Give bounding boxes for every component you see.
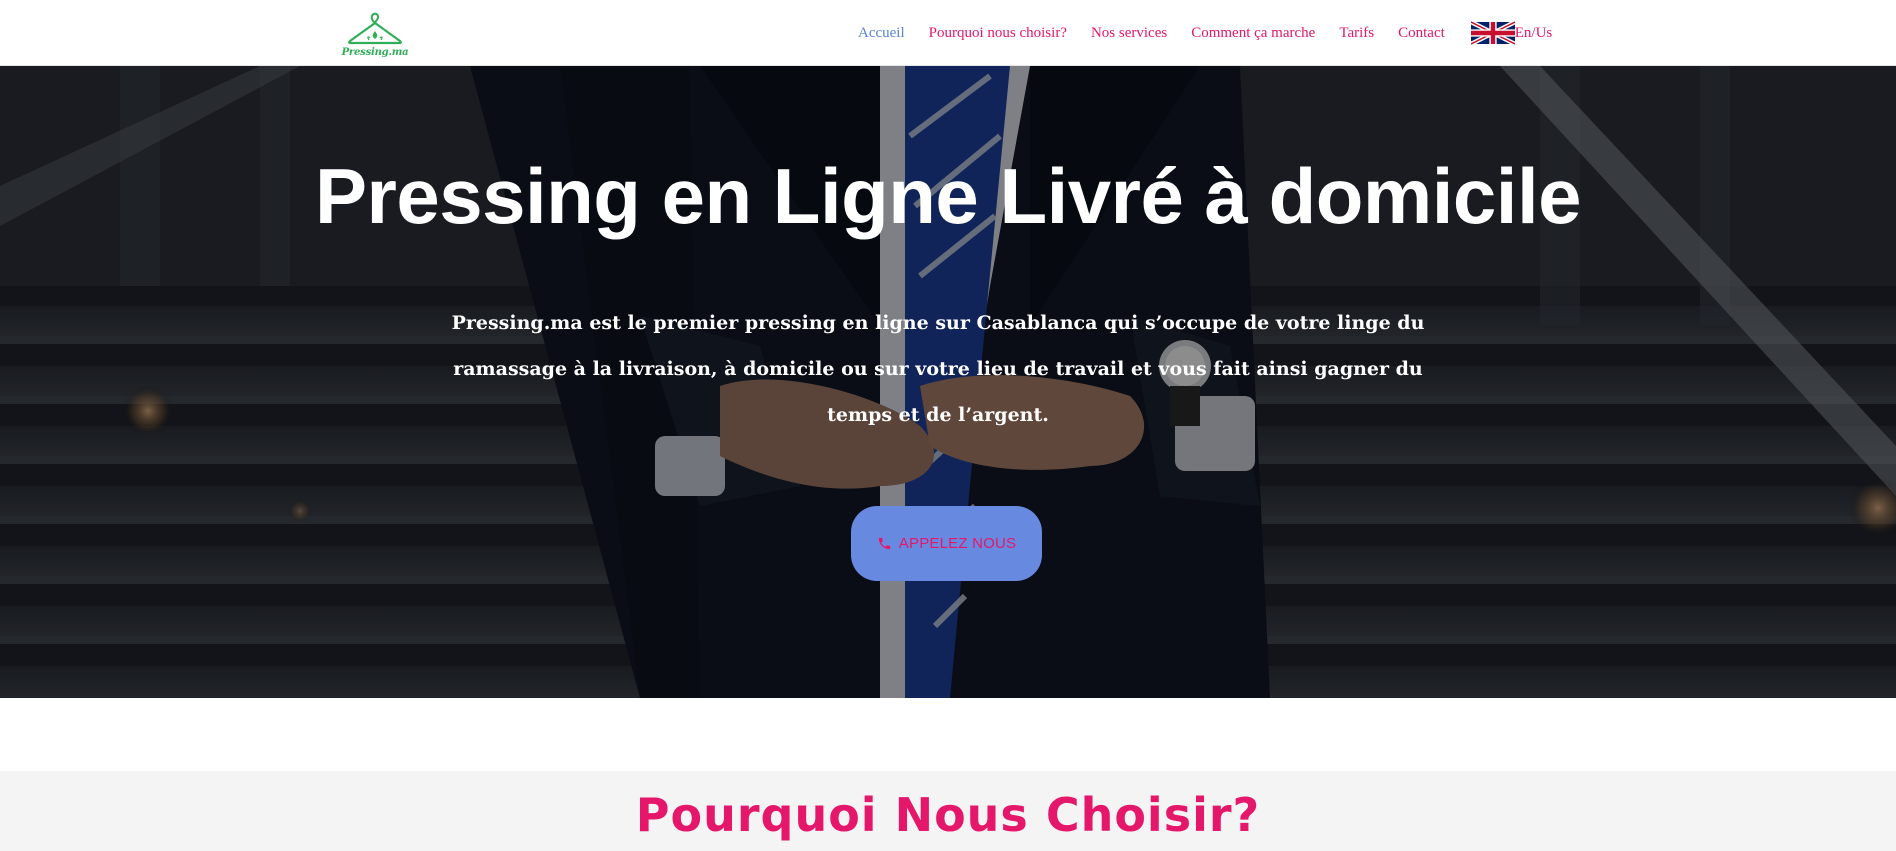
- section-title: Pourquoi Nous Choisir?: [635, 788, 1261, 842]
- nav-item-pourquoi[interactable]: Pourquoi nous choisir?: [929, 25, 1067, 42]
- language-label: En/Us: [1514, 24, 1553, 41]
- site-header: Pressing.ma Accueil Pourquoi nous choisi…: [0, 0, 1896, 66]
- uk-flag-icon: [1470, 20, 1515, 46]
- call-us-button[interactable]: APPELEZ NOUS: [851, 506, 1042, 581]
- hero-section: Pressing en Ligne Livré à domicile Press…: [0, 66, 1896, 698]
- language-switcher[interactable]: En/Us: [1470, 19, 1553, 47]
- why-choose-us-section: Pourquoi Nous Choisir?: [0, 771, 1896, 851]
- nav-item-comment[interactable]: Comment ça marche: [1191, 25, 1315, 42]
- nav-item-services[interactable]: Nos services: [1091, 25, 1167, 42]
- hanger-icon: [348, 12, 402, 45]
- site-logo[interactable]: Pressing.ma: [341, 11, 409, 61]
- nav-item-accueil[interactable]: Accueil: [858, 25, 905, 42]
- main-nav: Accueil Pourquoi nous choisir? Nos servi…: [858, 0, 1552, 66]
- call-us-label: APPELEZ NOUS: [898, 535, 1017, 552]
- nav-item-tarifs[interactable]: Tarifs: [1339, 25, 1374, 42]
- phone-icon: [878, 537, 890, 550]
- hero-description: Pressing.ma est le premier pressing en l…: [451, 312, 1425, 426]
- logo-text: Pressing.ma: [341, 47, 409, 58]
- nav-item-contact[interactable]: Contact: [1398, 25, 1445, 42]
- hero-title: Pressing en Ligne Livré à domicile: [314, 152, 1582, 240]
